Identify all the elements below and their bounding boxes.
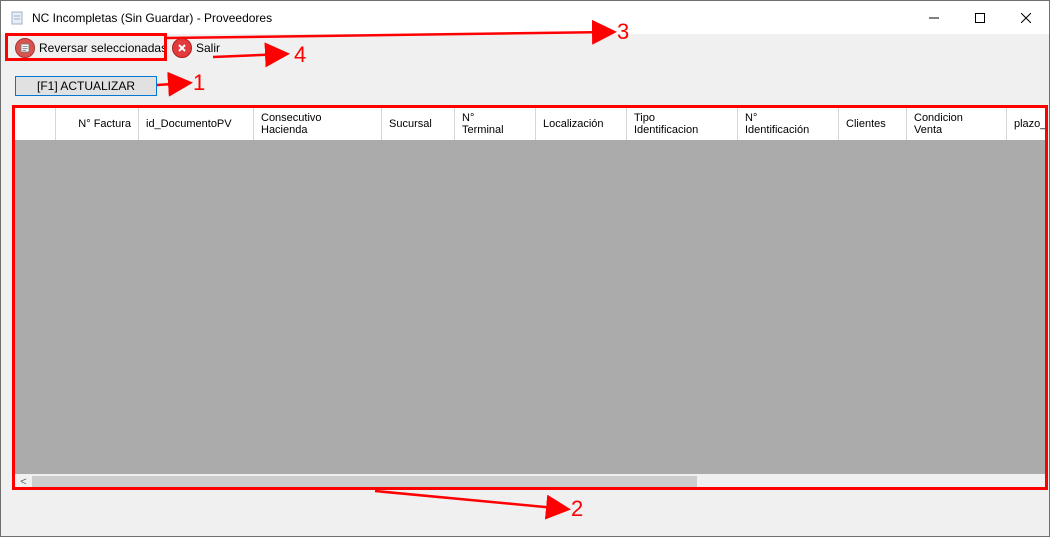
app-icon <box>11 11 23 25</box>
exit-button[interactable]: Salir <box>172 37 220 59</box>
annotation-number-1: 1 <box>193 70 206 95</box>
minimize-icon <box>929 17 939 18</box>
annotation-box-grid <box>12 105 1048 490</box>
maximize-button[interactable] <box>957 1 1003 34</box>
maximize-icon <box>975 12 985 23</box>
annotation-number-4: 4 <box>294 42 307 67</box>
annotation-number-2: 2 <box>571 496 584 521</box>
close-icon <box>1021 12 1031 23</box>
refresh-button[interactable]: [F1] ACTUALIZAR <box>15 76 157 96</box>
annotation-number-3: 3 <box>617 19 630 44</box>
title-bar: NC Incompletas (Sin Guardar) - Proveedor… <box>1 1 1049 34</box>
window-title: NC Incompletas (Sin Guardar) - Proveedor… <box>32 11 273 25</box>
minimize-button[interactable] <box>911 1 957 34</box>
exit-label: Salir <box>196 41 221 55</box>
close-button[interactable] <box>1003 1 1049 34</box>
close-circle-icon <box>172 38 192 58</box>
annotation-box-toolbar <box>5 33 167 61</box>
